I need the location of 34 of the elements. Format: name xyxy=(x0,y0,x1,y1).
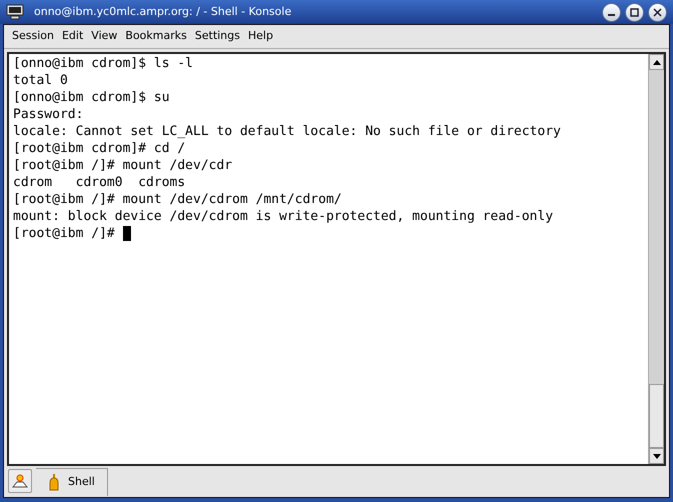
menu-item[interactable]: Settings xyxy=(190,28,244,45)
terminal-line: total 0 xyxy=(13,72,68,89)
minimize-button[interactable] xyxy=(602,2,621,22)
scroll-down-button[interactable] xyxy=(649,448,664,464)
down-arrow-icon xyxy=(652,454,660,458)
menu-item[interactable]: Bookmarks xyxy=(121,28,191,45)
terminal-line: [onno@ibm cdrom]$ su xyxy=(13,89,170,106)
menu-item[interactable]: View xyxy=(87,28,122,45)
terminal-line: Password: xyxy=(13,106,84,123)
scroll-thumb[interactable] xyxy=(649,384,664,448)
tab[interactable]: Shell xyxy=(36,468,108,496)
menu-item[interactable]: Session xyxy=(8,28,58,45)
terminal-line: cdrom cdrom0 cdroms xyxy=(13,174,186,191)
new-session-button[interactable] xyxy=(8,469,32,493)
terminal-line: [root@ibm /]# mount /dev/cdr xyxy=(13,157,232,174)
maximize-button[interactable] xyxy=(625,2,644,22)
terminal-line: [root@ibm /]# mount /dev/cdrom /mnt/cdrom/ xyxy=(13,191,342,208)
scrollbar[interactable] xyxy=(648,54,664,464)
scroll-up-button[interactable] xyxy=(649,54,664,70)
monitor-icon xyxy=(6,4,24,20)
up-arrow-icon xyxy=(652,60,660,64)
minimize-icon xyxy=(608,14,615,16)
terminal-line: [root@ibm /]# xyxy=(13,225,116,242)
window-title: onno@ibm.yc0mlc.ampr.org: / - Shell - Konsole xyxy=(34,4,292,20)
maximize-icon xyxy=(630,8,639,16)
close-icon xyxy=(653,8,662,16)
terminal-line: [onno@ibm cdrom]$ ls -l xyxy=(13,55,194,72)
menu-item[interactable]: Help xyxy=(244,28,278,45)
close-button[interactable] xyxy=(648,2,667,22)
terminal-line: mount: block device /dev/cdrom is write-protected, mounting read-only xyxy=(13,208,554,225)
menu-item[interactable]: Edit xyxy=(58,28,88,45)
cursor xyxy=(122,226,131,241)
terminal-line: [root@ibm cdrom]# cd / xyxy=(13,140,186,157)
terminal-line: locale: Cannot set LC_ALL to default locale: No such file or directory xyxy=(13,123,561,140)
